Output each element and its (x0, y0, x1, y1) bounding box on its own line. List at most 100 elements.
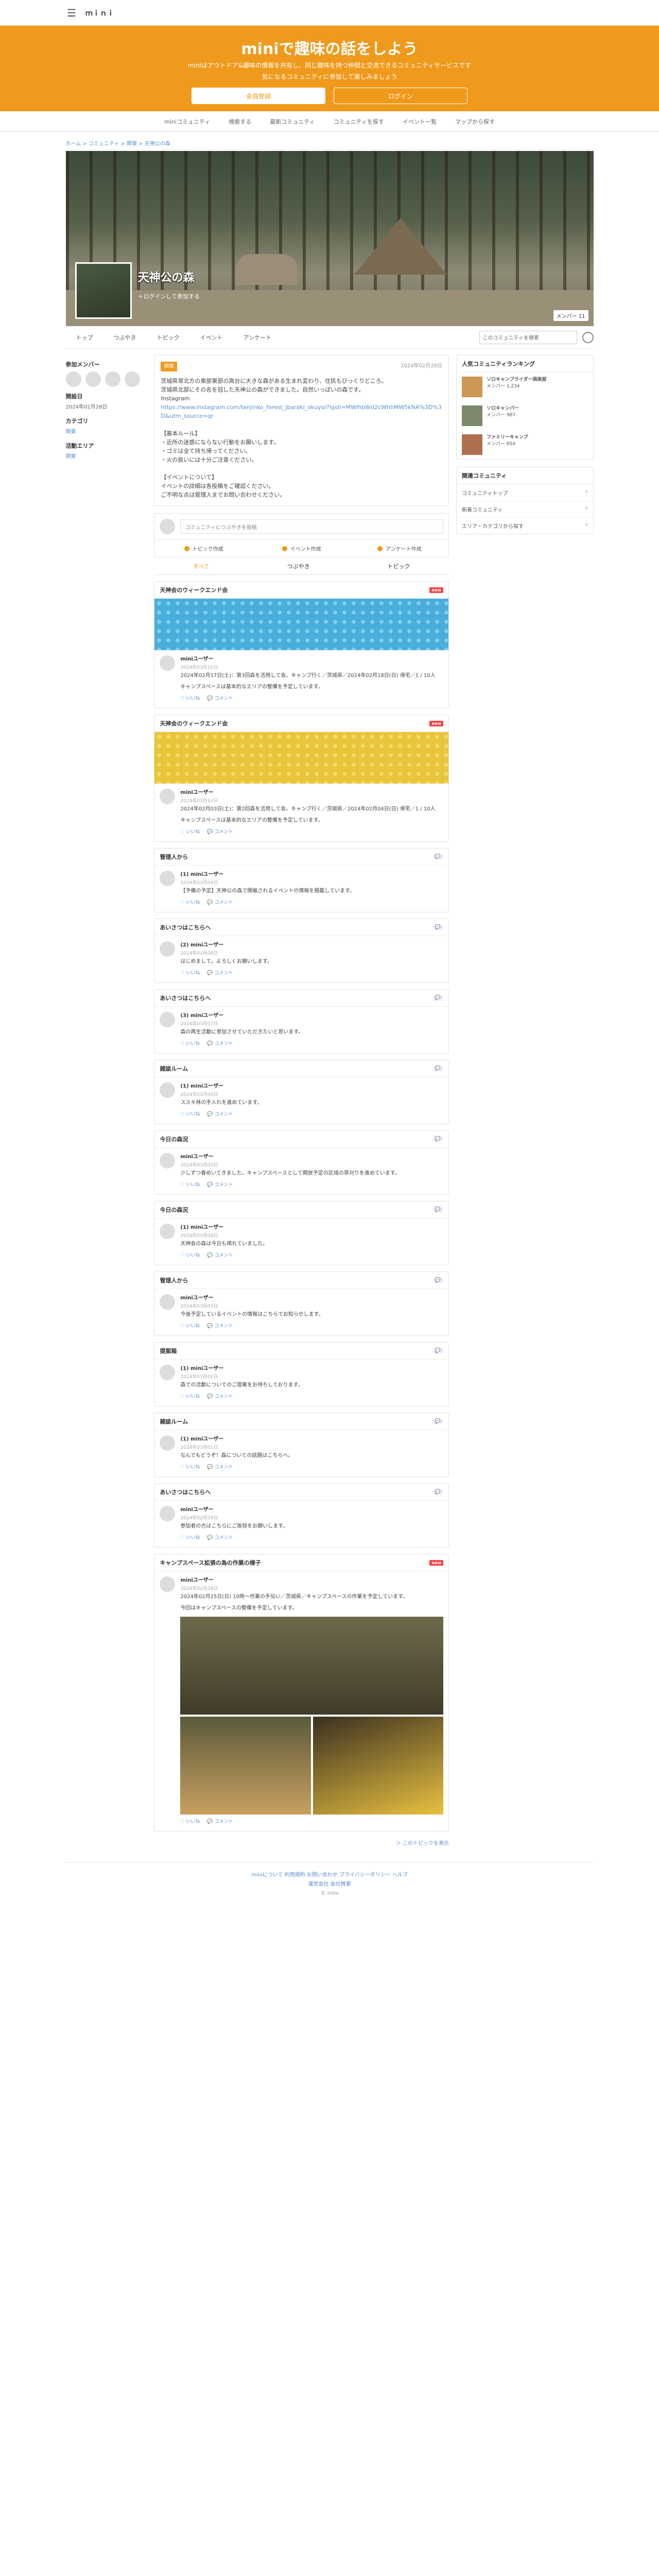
user-name[interactable]: (1) miniユーザー (180, 1082, 443, 1091)
like-button[interactable]: ♡ いいね (180, 1818, 200, 1826)
card-header[interactable]: 今日の森況 💬 (154, 1131, 448, 1148)
avatar[interactable] (160, 1224, 176, 1239)
create-survey-button[interactable]: アンケート作成 (351, 540, 448, 557)
side-link[interactable]: コミュニティトップ › (456, 484, 593, 501)
card-header[interactable]: 管理人から 💬 (154, 849, 448, 866)
comment-button[interactable]: 💬 コメント (207, 1110, 233, 1118)
nav-item[interactable]: イベント一覧 (393, 117, 446, 126)
more-link[interactable]: ＞ このトピックを表示 (154, 1839, 449, 1846)
avatar[interactable] (160, 789, 176, 804)
avatar[interactable] (160, 1435, 176, 1451)
card-header[interactable]: あいさつはこちらへ 💬 (154, 919, 448, 936)
menu-icon[interactable]: ☰ (67, 7, 76, 19)
avatar[interactable] (160, 1012, 176, 1027)
avatar[interactable] (160, 1577, 176, 1592)
register-button[interactable]: 会員登録 (192, 88, 325, 104)
card-header[interactable]: キャンプスペース拡張の為の作業の様子 new (154, 1554, 448, 1571)
card-header[interactable]: 今日の森況 💬 (154, 1201, 448, 1218)
nav-item[interactable]: コミュニティを探す (324, 117, 393, 126)
like-button[interactable]: ♡ いいね (180, 694, 200, 703)
user-name[interactable]: (3) miniユーザー (180, 1012, 443, 1020)
ranking-item[interactable]: ファミリーキャンプ メンバー 654 (457, 430, 593, 459)
comment-button[interactable]: 💬 コメント (207, 1463, 233, 1471)
like-button[interactable]: ♡ いいね (180, 1110, 200, 1118)
comment-button[interactable]: 💬 コメント (207, 828, 233, 836)
comment-button[interactable]: 💬 コメント (207, 1181, 233, 1189)
feed-card[interactable]: 雑談ルーム 💬 (1) miniユーザー 2024年03月01日 なんでもどうぞ！森につ… (154, 1413, 449, 1477)
avatar[interactable] (160, 1082, 176, 1098)
nav-item[interactable]: 検索する (219, 117, 261, 126)
like-button[interactable]: ♡ いいね (180, 1534, 200, 1542)
community-search-select[interactable]: このコミュニティを検索 (479, 330, 577, 344)
feed-card[interactable]: 提案箱 💬 (1) miniユーザー 2024年03月02日 森での活動についてのご提案… (154, 1342, 449, 1406)
instagram-link[interactable]: https://www.instagram.com/tenjinko_fores… (161, 403, 442, 420)
user-name[interactable]: miniユーザー (180, 1294, 443, 1302)
login-button[interactable]: ログイン (334, 88, 467, 104)
avatar[interactable] (160, 1153, 176, 1168)
card-header[interactable]: 天神会のウィークエンド会 new (154, 582, 448, 599)
avatar[interactable] (160, 1365, 176, 1380)
user-name[interactable]: (1) miniユーザー (180, 1365, 443, 1373)
category-link[interactable]: 関東 (66, 428, 147, 436)
post-input[interactable]: コミュニティにつぶやきを投稿 (180, 519, 443, 534)
feed-card[interactable]: 今日の森況 💬 (1) miniユーザー 2024年03月04日 天神会の森は今日も晴れ… (154, 1201, 449, 1265)
member-count[interactable]: メンバー 11 (553, 310, 588, 321)
feed-card[interactable]: あいさつはこちらへ 💬 (3) miniユーザー 2024年03月07日 森の再生活動に… (154, 989, 449, 1054)
like-button[interactable]: ♡ いいね (180, 1251, 200, 1260)
like-button[interactable]: ♡ いいね (180, 899, 200, 907)
avatar[interactable] (160, 941, 176, 957)
comment-button[interactable]: 💬 コメント (207, 1818, 233, 1826)
like-button[interactable]: ♡ いいね (180, 1322, 200, 1330)
like-button[interactable]: ♡ いいね (180, 1463, 200, 1471)
nav-item[interactable]: 最新コミュニティ (261, 117, 324, 126)
user-name[interactable]: miniユーザー (180, 655, 443, 664)
avatar[interactable] (65, 371, 81, 387)
avatar[interactable] (160, 1506, 176, 1521)
feed-card[interactable]: 今日の森況 💬 miniユーザー 2024年03月05日 少しずつ春めいてきました。キャ… (154, 1130, 449, 1195)
user-name[interactable]: miniユーザー (180, 1506, 443, 1514)
post-photo[interactable] (180, 1617, 443, 1715)
comment-button[interactable]: 💬 コメント (207, 1322, 233, 1330)
like-button[interactable]: ♡ いいね (180, 1181, 200, 1189)
feed-tab-all[interactable]: すべて (193, 562, 210, 570)
tab-tweets[interactable]: つぶやき (103, 333, 147, 342)
feed-card[interactable]: 管理人から 💬 (1) miniユーザー 2024年03月09日 【予備の予定】天神公の… (154, 848, 449, 912)
post-photo[interactable] (180, 1717, 311, 1815)
feed-tab-tweets[interactable]: つぶやき (287, 562, 310, 570)
card-header[interactable]: あいさつはこちらへ 💬 (154, 990, 448, 1007)
card-header[interactable]: 天神会のウィークエンド会 new (154, 715, 448, 732)
user-name[interactable]: miniユーザー (180, 1577, 443, 1585)
tab-top[interactable]: トップ (66, 333, 103, 342)
post-photo[interactable] (313, 1717, 443, 1815)
comment-button[interactable]: 💬 コメント (207, 899, 233, 907)
footer-links[interactable]: 運営会社 会社概要 (66, 1880, 594, 1889)
nav-item[interactable]: miniコミュニティ (155, 117, 219, 126)
feed-card[interactable]: 雑談ルーム 💬 (1) miniユーザー 2024年03月06日 ススキ林の手入れを進め… (154, 1060, 449, 1124)
feed-card[interactable]: キャンプスペース拡張の為の作業の様子 new miniユーザー 2024年02月28日… (154, 1554, 449, 1832)
user-name[interactable]: (1) miniユーザー (180, 1224, 443, 1232)
like-button[interactable]: ♡ いいね (180, 1393, 200, 1401)
avatar[interactable] (160, 655, 176, 671)
comment-button[interactable]: 💬 コメント (207, 1534, 233, 1542)
footer-links[interactable]: miniについて 利用規約 お問い合わせ プライバシーポリシー ヘルプ (66, 1871, 594, 1880)
feed-tab-topics[interactable]: トピック (388, 562, 410, 570)
comment-button[interactable]: 💬 コメント (207, 1040, 233, 1048)
nav-item[interactable]: マップから探す (446, 117, 504, 126)
user-name[interactable]: (1) miniユーザー (180, 1435, 443, 1444)
avatar[interactable] (85, 371, 101, 387)
avatar[interactable] (105, 371, 120, 387)
card-header[interactable]: 雑談ルーム 💬 (154, 1060, 448, 1077)
site-logo[interactable]: ｍｉｎｉ (85, 8, 114, 18)
like-button[interactable]: ♡ いいね (180, 1040, 200, 1048)
breadcrumb[interactable]: ホーム > コミュニティ > 関東 > 天神公の森 (66, 132, 594, 151)
comment-button[interactable]: 💬 コメント (207, 1393, 233, 1401)
comment-button[interactable]: 💬 コメント (207, 1251, 233, 1260)
user-name[interactable]: miniユーザー (180, 789, 443, 797)
create-event-button[interactable]: イベント作成 (253, 540, 351, 557)
comment-button[interactable]: 💬 コメント (207, 694, 233, 703)
side-link[interactable]: エリア・カテゴリから探す › (456, 517, 593, 534)
card-header[interactable]: 管理人から 💬 (154, 1272, 448, 1289)
avatar[interactable] (160, 1294, 176, 1310)
card-header[interactable]: 雑談ルーム 💬 (154, 1413, 448, 1430)
card-header[interactable]: あいさつはこちらへ 💬 (154, 1484, 448, 1501)
